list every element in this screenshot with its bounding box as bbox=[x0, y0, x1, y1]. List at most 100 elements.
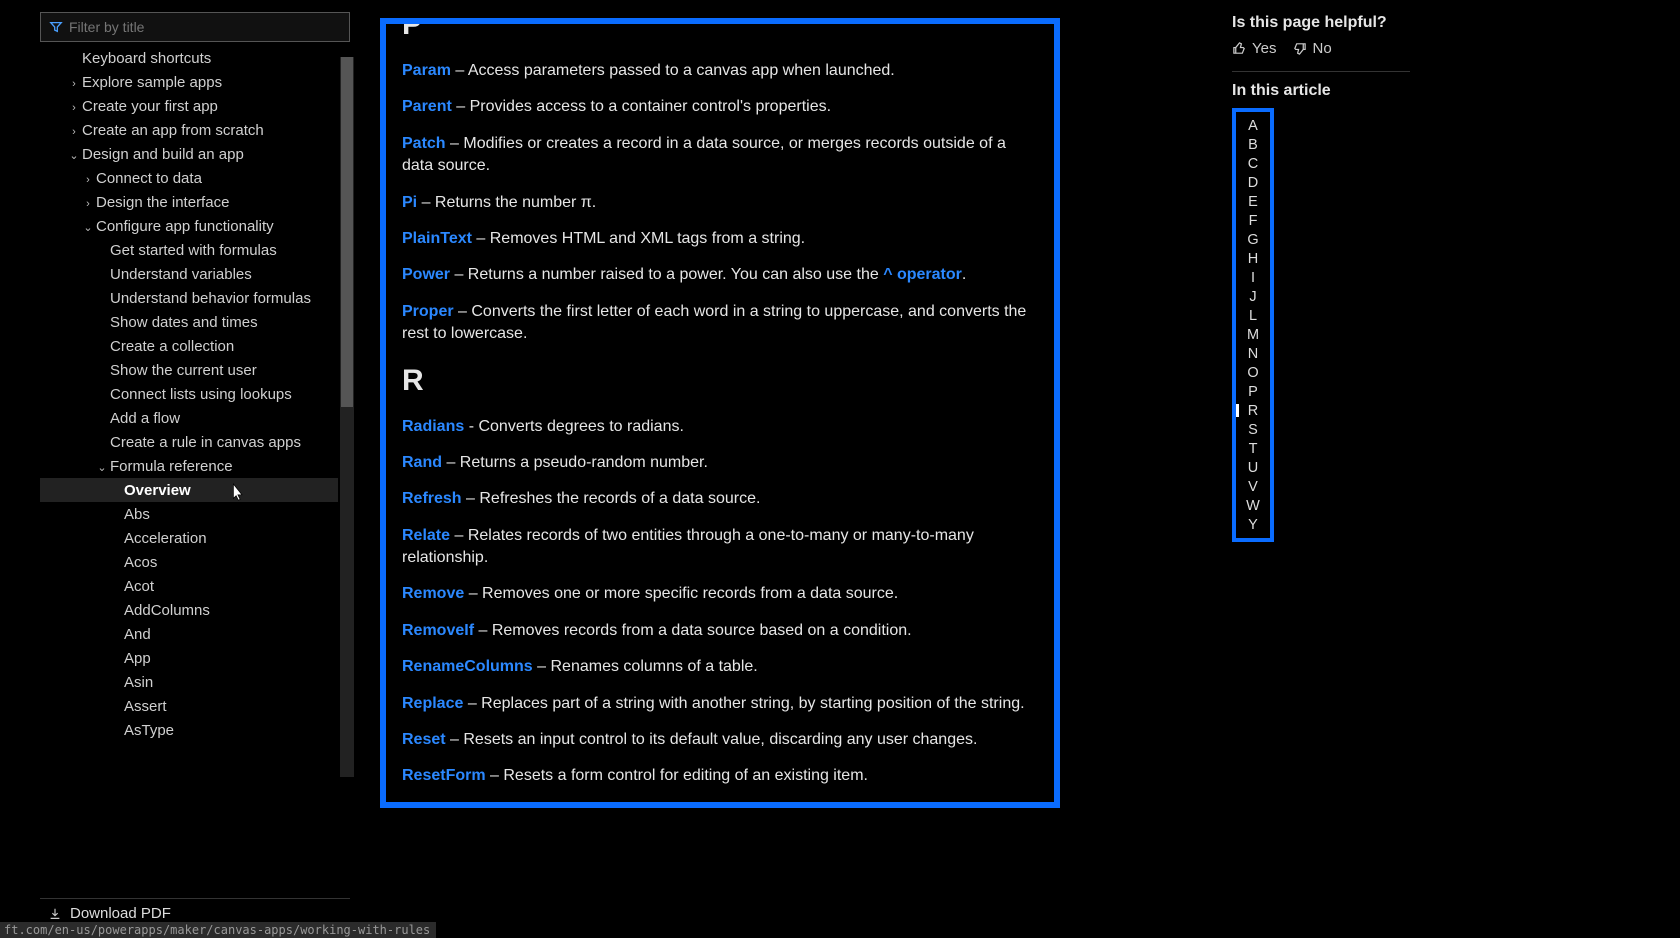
filter-input[interactable] bbox=[69, 19, 341, 35]
formula-desc: – Returns a number raised to a power. Yo… bbox=[450, 266, 883, 283]
nav-item-label: App bbox=[124, 650, 151, 667]
alpha-link[interactable]: T bbox=[1236, 439, 1270, 458]
alpha-link[interactable]: D bbox=[1236, 173, 1270, 192]
nav-item-label: Connect lists using lookups bbox=[110, 386, 292, 403]
formula-link[interactable]: Power bbox=[402, 266, 450, 283]
nav-item[interactable]: ⌄Formula reference bbox=[40, 454, 338, 478]
formula-desc: – Reloads and clears errors for the reco… bbox=[452, 804, 884, 808]
nav-item[interactable]: And bbox=[40, 622, 338, 646]
nav-item-label: Show dates and times bbox=[110, 314, 258, 331]
alpha-link[interactable]: A bbox=[1236, 116, 1270, 135]
nav-item[interactable]: Get started with formulas bbox=[40, 238, 338, 262]
formula-link[interactable]: Proper bbox=[402, 303, 454, 320]
nav-item-label: Design the interface bbox=[96, 194, 229, 211]
scrollbar-thumb[interactable] bbox=[341, 57, 353, 407]
nav-item[interactable]: ›Create your first app bbox=[40, 94, 338, 118]
section-heading: P bbox=[402, 18, 1038, 46]
nav-item-label: Keyboard shortcuts bbox=[82, 50, 211, 67]
nav-item[interactable]: ›Explore sample apps bbox=[40, 70, 338, 94]
nav-item-label: Asin bbox=[124, 674, 153, 691]
alpha-link[interactable]: G bbox=[1236, 230, 1270, 249]
nav-item[interactable]: Add a flow bbox=[40, 406, 338, 430]
alpha-link[interactable]: B bbox=[1236, 135, 1270, 154]
inline-link[interactable]: ^ operator bbox=[883, 266, 962, 283]
nav-item[interactable]: AsType bbox=[40, 718, 338, 742]
formula-link[interactable]: RemoveIf bbox=[402, 622, 474, 639]
nav-item[interactable]: Understand variables bbox=[40, 262, 338, 286]
nav-item[interactable]: Acot bbox=[40, 574, 338, 598]
nav-item-label: Understand behavior formulas bbox=[110, 290, 311, 307]
nav-item[interactable]: Keyboard shortcuts bbox=[40, 46, 338, 70]
nav-item[interactable]: Acceleration bbox=[40, 526, 338, 550]
alpha-link[interactable]: P bbox=[1236, 382, 1270, 401]
alpha-link[interactable]: S bbox=[1236, 420, 1270, 439]
alpha-link[interactable]: W bbox=[1236, 496, 1270, 515]
alpha-link[interactable]: F bbox=[1236, 211, 1270, 230]
filter-box[interactable] bbox=[40, 12, 350, 42]
nav-item[interactable]: ›Design the interface bbox=[40, 190, 338, 214]
formula-link[interactable]: PlainText bbox=[402, 230, 472, 247]
formula-link[interactable]: Parent bbox=[402, 98, 452, 115]
thumbs-down-icon bbox=[1292, 41, 1307, 56]
formula-link[interactable]: Patch bbox=[402, 135, 446, 152]
alpha-link[interactable]: E bbox=[1236, 192, 1270, 211]
formula-desc: – Returns a pseudo-random number. bbox=[442, 454, 708, 471]
nav-item[interactable]: ›Connect to data bbox=[40, 166, 338, 190]
alpha-link[interactable]: O bbox=[1236, 363, 1270, 382]
nav-item[interactable]: AddColumns bbox=[40, 598, 338, 622]
formula-link[interactable]: Refresh bbox=[402, 490, 462, 507]
nav-item[interactable]: Asin bbox=[40, 670, 338, 694]
nav-item[interactable]: Abs bbox=[40, 502, 338, 526]
formula-link[interactable]: Radians bbox=[402, 418, 464, 435]
nav-item[interactable]: Create a rule in canvas apps bbox=[40, 430, 338, 454]
helpful-yes[interactable]: Yes bbox=[1232, 40, 1276, 57]
nav-item-label: Formula reference bbox=[110, 458, 233, 475]
nav-item[interactable]: Understand behavior formulas bbox=[40, 286, 338, 310]
sidebar: Keyboard shortcuts›Explore sample apps›C… bbox=[40, 12, 350, 787]
alpha-link[interactable]: C bbox=[1236, 154, 1270, 173]
alpha-link[interactable]: H bbox=[1236, 249, 1270, 268]
nav-item[interactable]: Show dates and times bbox=[40, 310, 338, 334]
chevron-right-icon: › bbox=[82, 198, 94, 210]
formula-desc: - Converts degrees to radians. bbox=[464, 418, 684, 435]
nav-item[interactable]: Create a collection bbox=[40, 334, 338, 358]
nav-item[interactable]: Assert bbox=[40, 694, 338, 718]
alpha-link[interactable]: L bbox=[1236, 306, 1270, 325]
nav-item[interactable]: Connect lists using lookups bbox=[40, 382, 338, 406]
formula-link[interactable]: ResetForm bbox=[402, 767, 486, 784]
formula-link[interactable]: Pi bbox=[402, 194, 417, 211]
formula-link[interactable]: Remove bbox=[402, 585, 464, 602]
nav-item[interactable]: ⌄Design and build an app bbox=[40, 142, 338, 166]
formula-entry: RemoveIf – Removes records from a data s… bbox=[402, 620, 1038, 642]
nav-item[interactable]: App bbox=[40, 646, 338, 670]
nav-item[interactable]: ⌄Configure app functionality bbox=[40, 214, 338, 238]
alpha-link[interactable]: I bbox=[1236, 268, 1270, 287]
formula-link[interactable]: Replace bbox=[402, 695, 463, 712]
nav-item[interactable]: ›Create an app from scratch bbox=[40, 118, 338, 142]
alpha-link[interactable]: R bbox=[1236, 401, 1270, 420]
formula-link[interactable]: Rand bbox=[402, 454, 442, 471]
nav-item[interactable]: Acos bbox=[40, 550, 338, 574]
formula-link[interactable]: Param bbox=[402, 62, 451, 79]
formula-link[interactable]: Revert bbox=[402, 804, 452, 808]
alpha-link[interactable]: N bbox=[1236, 344, 1270, 363]
nav-item-label: Create a collection bbox=[110, 338, 234, 355]
formula-entry: Pi – Returns the number π. bbox=[402, 192, 1038, 214]
formula-link[interactable]: Relate bbox=[402, 527, 450, 544]
alpha-link[interactable]: J bbox=[1236, 287, 1270, 306]
alpha-link[interactable]: V bbox=[1236, 477, 1270, 496]
section-heading: R bbox=[402, 360, 1038, 402]
nav-item[interactable]: Overview bbox=[40, 478, 338, 502]
formula-link[interactable]: RenameColumns bbox=[402, 658, 533, 675]
alpha-link[interactable]: Y bbox=[1236, 515, 1270, 534]
filter-icon bbox=[49, 20, 63, 34]
nav-item[interactable]: Show the current user bbox=[40, 358, 338, 382]
formula-link[interactable]: Reset bbox=[402, 731, 446, 748]
alpha-link[interactable]: U bbox=[1236, 458, 1270, 477]
formula-desc: – Provides access to a container control… bbox=[452, 98, 831, 115]
helpful-no[interactable]: No bbox=[1292, 40, 1331, 57]
formula-entry: Refresh – Refreshes the records of a dat… bbox=[402, 488, 1038, 510]
chevron-down-icon: ⌄ bbox=[68, 149, 80, 162]
alpha-link[interactable]: M bbox=[1236, 325, 1270, 344]
formula-entry: Replace – Replaces part of a string with… bbox=[402, 693, 1038, 715]
